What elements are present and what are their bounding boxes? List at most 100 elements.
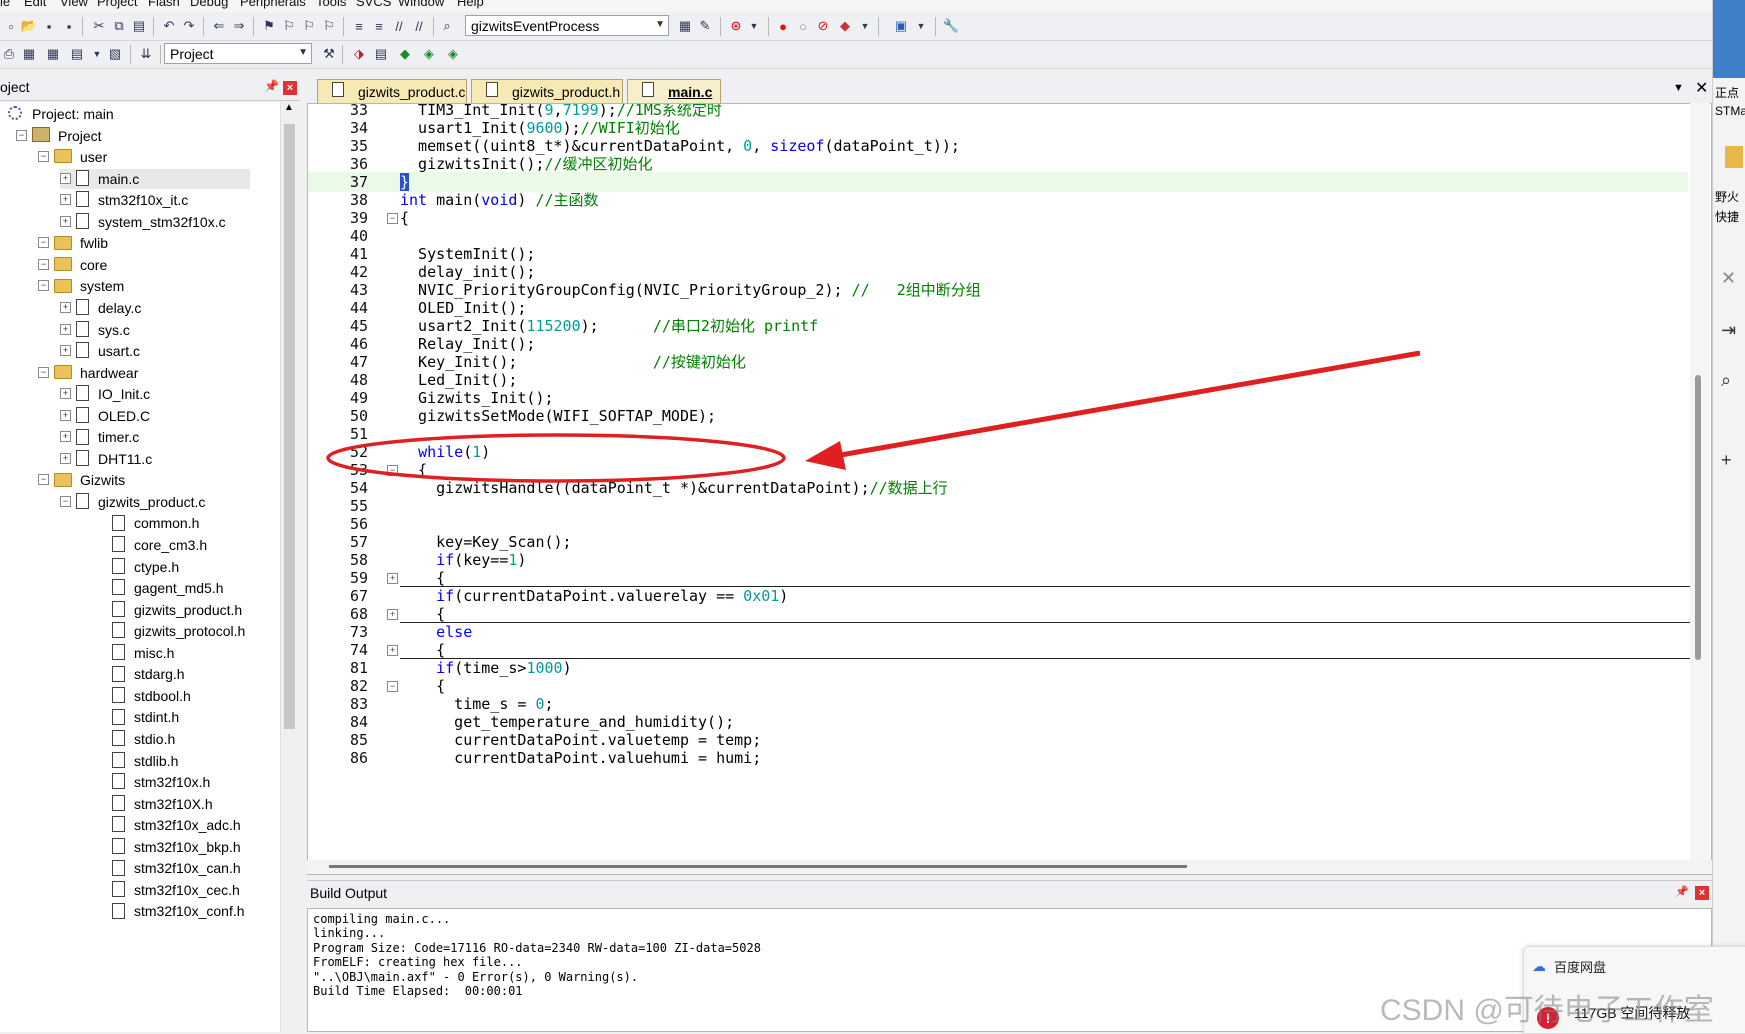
- expand-toggle-icon[interactable]: +: [60, 194, 71, 206]
- debug-session-icon[interactable]: ⊛: [727, 17, 745, 35]
- tree-item[interactable]: stdbool.h: [96, 686, 191, 706]
- close-icon[interactable]: ×: [283, 81, 297, 95]
- code-line[interactable]: 37}: [308, 172, 1688, 192]
- tree-item[interactable]: + delay.c: [60, 298, 141, 318]
- clear-bookmarks-icon[interactable]: ⚐: [320, 17, 338, 35]
- redo-icon[interactable]: ↷: [180, 17, 198, 35]
- prev-bookmark-icon[interactable]: ⚐: [280, 17, 298, 35]
- compile-icon[interactable]: ⎙: [0, 45, 18, 63]
- expand-toggle-icon[interactable]: +: [60, 431, 71, 443]
- chevron-down-icon[interactable]: ▼: [88, 45, 106, 63]
- tree-item[interactable]: − user: [38, 147, 107, 167]
- expand-toggle-icon[interactable]: −: [60, 495, 71, 507]
- expand-toggle-icon[interactable]: −: [38, 237, 49, 249]
- open-file-icon[interactable]: 📂: [20, 17, 38, 35]
- editor-vscroll-thumb[interactable]: [1695, 375, 1701, 660]
- tree-item[interactable]: common.h: [96, 513, 199, 533]
- editor-hscroll-thumb[interactable]: [329, 865, 1187, 868]
- plus-icon[interactable]: +: [1721, 450, 1732, 471]
- code-line[interactable]: 49 Gizwits_Init();: [308, 388, 1688, 408]
- tree-item[interactable]: + DHT11.c: [60, 449, 152, 469]
- cut-icon[interactable]: ✂: [90, 17, 108, 35]
- code-line[interactable]: 58 if(key==1): [308, 550, 1688, 570]
- code-line[interactable]: 41 SystemInit();: [308, 244, 1688, 264]
- fold-toggle-icon[interactable]: +: [387, 645, 398, 656]
- expand-toggle-icon[interactable]: +: [60, 452, 71, 464]
- tree-item[interactable]: Project: main: [8, 104, 114, 124]
- menu-item[interactable]: Tools: [316, 0, 346, 9]
- new-file-icon[interactable]: ▫: [2, 17, 20, 35]
- tree-item[interactable]: stm32f10x.h: [96, 772, 210, 792]
- expand-toggle-icon[interactable]: +: [60, 215, 71, 227]
- expand-toggle-icon[interactable]: +: [60, 301, 71, 313]
- code-line[interactable]: 48 Led_Init();: [308, 370, 1688, 390]
- tree-item[interactable]: + OLED.C: [60, 406, 150, 426]
- tree-item[interactable]: − gizwits_product.c: [60, 492, 205, 512]
- editor-vertical-scrollbar[interactable]: [1690, 103, 1710, 863]
- tree-item[interactable]: + usart.c: [60, 341, 140, 361]
- tree-item[interactable]: stdint.h: [96, 707, 179, 727]
- code-line[interactable]: 34 usart1_Init(9600);//WIFI初始化: [308, 118, 1688, 138]
- code-line[interactable]: 51: [308, 424, 1688, 444]
- menu-item[interactable]: Debug: [190, 0, 228, 9]
- replace-icon[interactable]: ✎: [696, 17, 714, 35]
- function-combo[interactable]: gizwitsEventProcess ▼: [465, 15, 669, 36]
- fold-toggle-icon[interactable]: +: [387, 573, 398, 584]
- find-function-icon[interactable]: ⌕: [438, 17, 456, 35]
- stop-build-icon[interactable]: ▧: [106, 45, 124, 63]
- code-line[interactable]: 40: [308, 226, 1688, 246]
- chevron-down-icon[interactable]: ▼: [745, 17, 763, 35]
- fold-toggle-icon[interactable]: −: [387, 681, 398, 692]
- expand-toggle-icon[interactable]: −: [38, 280, 49, 292]
- expand-toggle-icon[interactable]: −: [38, 474, 49, 486]
- code-line[interactable]: 50 gizwitsSetMode(WIFI_SOFTAP_MODE);: [308, 406, 1688, 426]
- code-line[interactable]: 43 NVIC_PriorityGroupConfig(NVIC_Priorit…: [308, 280, 1688, 300]
- expand-toggle-icon[interactable]: +: [60, 172, 71, 184]
- tree-item[interactable]: stm32f10x_bkp.h: [96, 837, 241, 857]
- config-icon[interactable]: ◆: [836, 17, 854, 35]
- code-editor[interactable]: 33 TIM3_Int_Init(9,7199);//1MS系统定时 34 usa…: [307, 103, 1712, 875]
- code-line[interactable]: 59 + {: [308, 568, 1688, 588]
- expand-toggle-icon[interactable]: +: [60, 409, 71, 421]
- code-line[interactable]: 84 get_temperature_and_humidity();: [308, 712, 1688, 732]
- build-icon[interactable]: ▦: [20, 45, 38, 63]
- menu-item[interactable]: Peripherals: [240, 0, 306, 9]
- tree-item[interactable]: − core: [38, 255, 107, 275]
- rebuild-icon[interactable]: ▦: [44, 45, 62, 63]
- tree-item[interactable]: − Project: [16, 126, 102, 146]
- uncomment-icon[interactable]: //: [410, 17, 428, 35]
- find-in-files-icon[interactable]: ▦: [676, 17, 694, 35]
- tree-item[interactable]: + sys.c: [60, 320, 130, 340]
- tree-scrollbar[interactable]: ▲: [280, 102, 299, 1032]
- bookmark-icon[interactable]: ⚑: [260, 17, 278, 35]
- tree-item[interactable]: stdarg.h: [96, 664, 185, 684]
- manage-components-icon[interactable]: ⬗: [350, 45, 368, 63]
- target-options-icon[interactable]: ⚒: [320, 45, 338, 63]
- code-line[interactable]: 47 Key_Init(); //按键初始化: [308, 352, 1688, 372]
- rte-icon[interactable]: ◈: [420, 45, 438, 63]
- code-line[interactable]: 85 currentDataPoint.valuetemp = temp;: [308, 730, 1688, 750]
- pack-installer-icon[interactable]: ◆: [396, 45, 414, 63]
- indent-icon[interactable]: ≡: [350, 17, 368, 35]
- batch-build-icon[interactable]: ▤: [68, 45, 86, 63]
- code-line[interactable]: 56: [308, 514, 1688, 534]
- paste-icon[interactable]: ▤: [130, 17, 148, 35]
- tree-item[interactable]: stm32f10X.h: [96, 794, 213, 814]
- tree-item[interactable]: stm32f10x_can.h: [96, 858, 241, 878]
- file-extensions-icon[interactable]: ▤: [372, 45, 390, 63]
- fold-toggle-icon[interactable]: −: [387, 213, 398, 224]
- save-icon[interactable]: ▪: [40, 17, 58, 35]
- tree-item[interactable]: stm32f10x_conf.h: [96, 901, 245, 921]
- tree-item[interactable]: + system_stm32f10x.c: [60, 212, 226, 232]
- tree-item[interactable]: + timer.c: [60, 427, 139, 447]
- next-bookmark-icon[interactable]: ⚐: [300, 17, 318, 35]
- disable-breakpoint-icon[interactable]: ○: [794, 17, 812, 35]
- tree-item[interactable]: core_cm3.h: [96, 535, 207, 555]
- copy-icon[interactable]: ⧉: [110, 17, 128, 35]
- tree-item[interactable]: stdlib.h: [96, 751, 178, 771]
- code-line[interactable]: 57 key=Key_Scan();: [308, 532, 1688, 552]
- menu-item[interactable]: Project: [97, 0, 137, 9]
- tree-item[interactable]: + main.c: [60, 168, 250, 189]
- expand-toggle-icon[interactable]: +: [60, 345, 71, 357]
- code-line[interactable]: 42 delay_init();: [308, 262, 1688, 282]
